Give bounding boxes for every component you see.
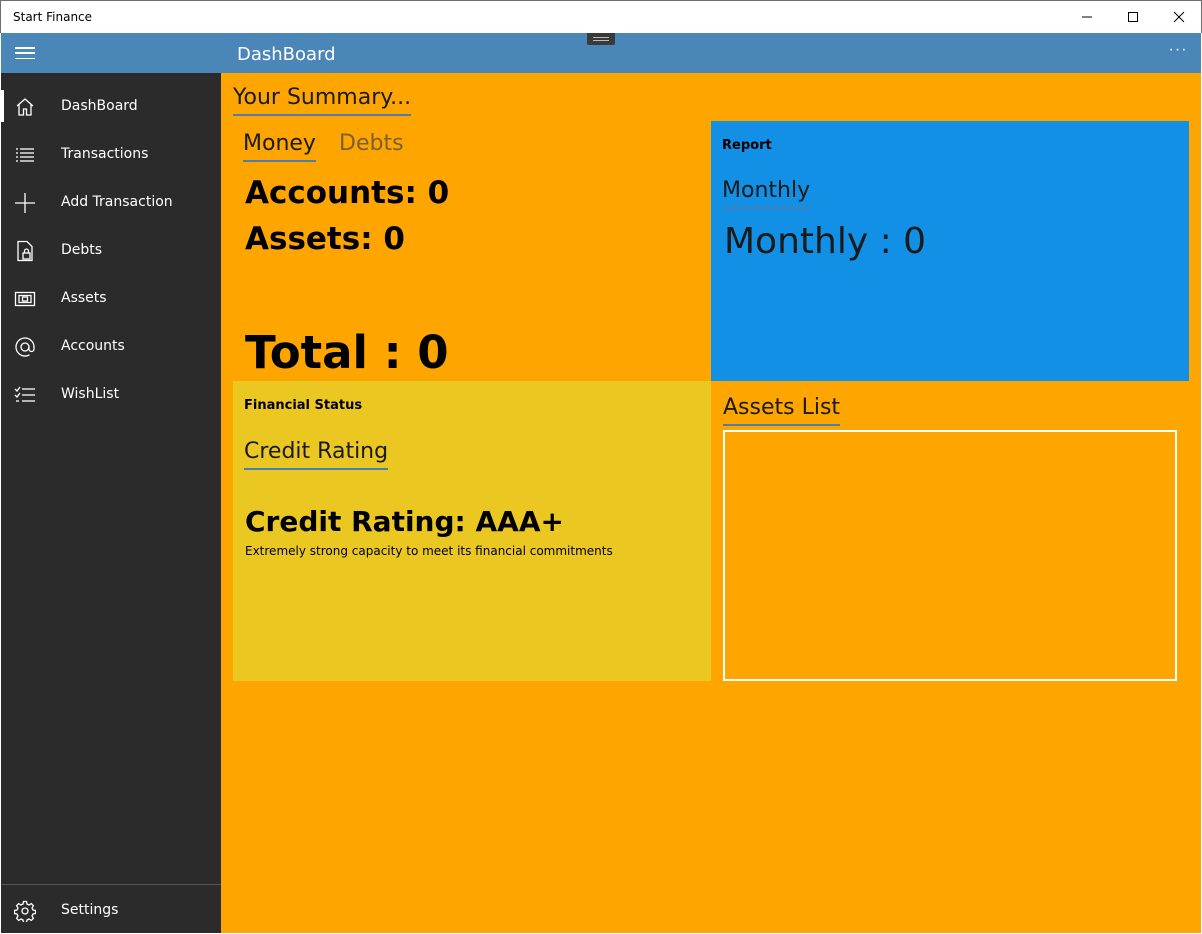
sidebar-item-add-transaction[interactable]: Add Transaction — [1, 178, 221, 226]
sidebar-item-label: Assets — [61, 290, 107, 306]
sidebar-item-label: WishList — [61, 386, 120, 402]
sidebar-item-dashboard[interactable]: DashBoard — [1, 82, 221, 130]
sidebar-item-debts[interactable]: Debts — [1, 226, 221, 274]
sidebar-item-transactions[interactable]: Transactions — [1, 130, 221, 178]
sidebar-divider — [1, 884, 221, 885]
minimize-button[interactable] — [1064, 1, 1110, 33]
page-title: DashBoard — [237, 44, 336, 65]
report-heading: Report — [722, 138, 772, 153]
list-icon — [16, 148, 34, 162]
tab-money[interactable]: Money — [243, 131, 316, 162]
assets-list-panel: Assets List — [711, 381, 1189, 681]
sidebar-item-label: Accounts — [61, 338, 125, 354]
sidebar-item-label: Settings — [61, 902, 119, 918]
gear-icon — [14, 900, 36, 922]
window-title: Start Finance — [13, 10, 93, 24]
financial-status-card: Financial Status Credit Rating Credit Ra… — [233, 381, 711, 681]
close-button[interactable] — [1156, 1, 1202, 33]
sidebar: DashBoard Transactions Add Transaction D… — [1, 73, 221, 933]
sidebar-item-wishlist[interactable]: WishList — [1, 370, 221, 418]
credit-rating-description: Extremely strong capacity to meet its fi… — [245, 544, 613, 558]
minimize-icon — [1082, 16, 1092, 18]
app-header: DashBoard ··· — [221, 33, 1201, 73]
maximize-button[interactable] — [1110, 1, 1156, 33]
title-bar: Start Finance — [0, 0, 1202, 33]
more-options-button[interactable]: ··· — [1163, 41, 1193, 65]
checklist-icon — [14, 386, 35, 402]
plus-icon — [15, 193, 35, 213]
credit-rating-value: Credit Rating: AAA+ — [245, 505, 564, 538]
sidebar-item-label: Debts — [61, 242, 103, 258]
money-panel: Money Debts Accounts: 0 Assets: 0 Total … — [233, 121, 711, 381]
sidebar-item-label: Add Transaction — [61, 194, 173, 210]
at-icon — [15, 337, 35, 357]
total-value: Total : 0 — [245, 326, 449, 379]
drag-handle-icon[interactable] — [587, 33, 615, 45]
sidebar-item-label: DashBoard — [61, 98, 138, 114]
assets-list-title: Assets List — [723, 395, 841, 426]
home-icon — [16, 98, 34, 116]
tab-credit-rating[interactable]: Credit Rating — [244, 439, 389, 470]
tab-monthly[interactable]: Monthly — [722, 178, 811, 209]
summary-title: Your Summary... — [233, 85, 412, 116]
sidebar-item-label: Transactions — [61, 146, 149, 162]
report-card: Report Monthly Monthly : 0 — [711, 121, 1189, 381]
sidebar-header — [1, 33, 221, 73]
accounts-count: Accounts: 0 — [245, 175, 450, 211]
sidebar-item-accounts[interactable]: Accounts — [1, 322, 221, 370]
sidebar-item-assets[interactable]: Assets — [1, 274, 221, 322]
assets-list-box[interactable] — [723, 430, 1177, 681]
close-icon — [1173, 11, 1185, 23]
dashboard-content: Your Summary... Money Debts Accounts: 0 … — [221, 73, 1201, 933]
sidebar-item-settings[interactable]: Settings — [1, 886, 221, 934]
assets-count: Assets: 0 — [245, 221, 405, 257]
lock-page-icon — [17, 240, 33, 262]
financial-status-heading: Financial Status — [244, 398, 363, 413]
asset-icon — [14, 291, 36, 307]
maximize-icon — [1128, 12, 1138, 22]
hamburger-menu-icon[interactable] — [13, 43, 37, 63]
monthly-value: Monthly : 0 — [724, 221, 927, 262]
tab-debts[interactable]: Debts — [339, 131, 404, 160]
